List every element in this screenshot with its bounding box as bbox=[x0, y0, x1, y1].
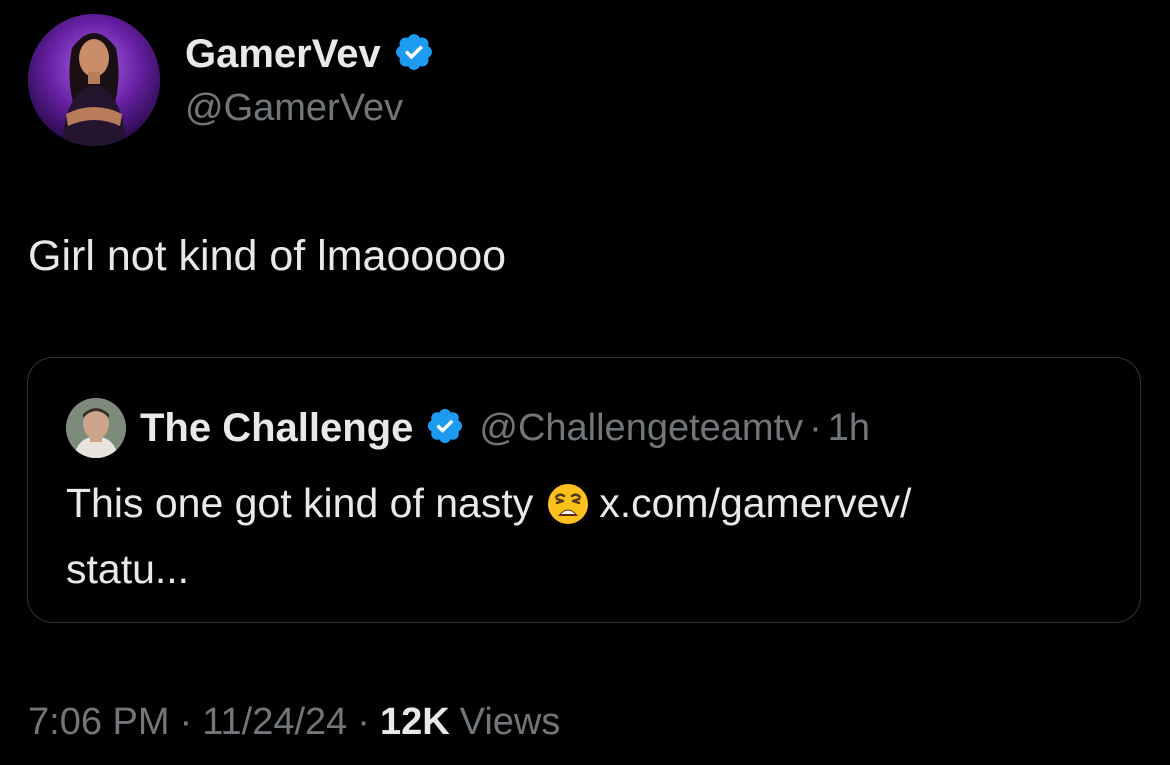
tweet-text: Girl not kind of lmaooooo bbox=[28, 232, 507, 280]
author-display-name[interactable]: GamerVev bbox=[185, 30, 381, 78]
author-avatar[interactable] bbox=[28, 14, 160, 146]
profile-photo-icon bbox=[28, 14, 160, 146]
tweet-date[interactable]: 11/24/24 bbox=[202, 701, 347, 744]
quoted-link-text[interactable]: x.com/gamervev/ bbox=[599, 480, 911, 526]
quoted-author-avatar[interactable] bbox=[66, 398, 126, 458]
separator-dot: · bbox=[357, 700, 370, 743]
separator-dot: · bbox=[179, 700, 193, 743]
quoted-header[interactable]: The Challenge @Challengeteamtv · 1h bbox=[140, 402, 870, 454]
views-count[interactable]: 12K bbox=[380, 701, 450, 744]
weary-face-emoji-icon bbox=[547, 482, 589, 540]
author-handle[interactable]: @GamerVev bbox=[185, 84, 403, 132]
quoted-text-start: This one got kind of nasty bbox=[66, 480, 534, 526]
author-name-row[interactable]: GamerVev bbox=[185, 30, 435, 78]
separator-dot: · bbox=[809, 406, 822, 449]
quoted-display-name[interactable]: The Challenge bbox=[140, 406, 413, 451]
profile-photo-icon bbox=[66, 398, 126, 458]
verified-badge-icon bbox=[425, 406, 465, 451]
quoted-tweet-text: This one got kind of nasty x.com/gamerve… bbox=[66, 474, 1106, 598]
quoted-text-truncated: statu... bbox=[66, 546, 190, 592]
quoted-handle[interactable]: @Challengeteamtv bbox=[479, 407, 803, 450]
views-label[interactable]: Views bbox=[460, 701, 561, 744]
verified-badge-icon bbox=[393, 31, 435, 78]
tweet-time[interactable]: 7:06 PM bbox=[28, 701, 170, 744]
tweet-meta-row: 7:06 PM · 11/24/24 · 12K Views bbox=[28, 698, 560, 746]
quoted-timestamp[interactable]: 1h bbox=[828, 407, 870, 450]
quoted-tweet-card[interactable]: The Challenge @Challengeteamtv · 1h This… bbox=[27, 357, 1141, 623]
